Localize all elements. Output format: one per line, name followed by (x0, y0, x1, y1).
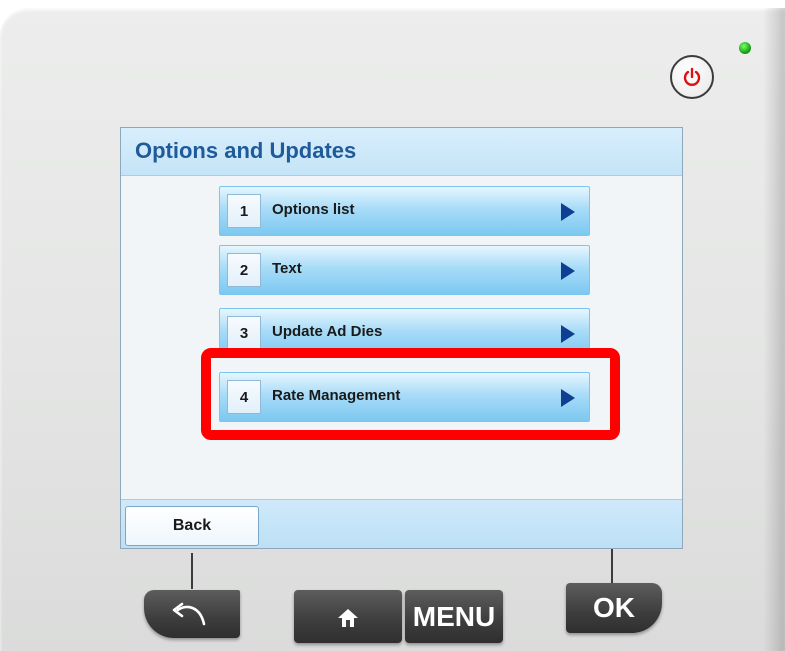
screen-footer: Back (121, 499, 682, 548)
menu-item-number: 2 (227, 253, 261, 287)
home-icon (338, 609, 358, 627)
menu-item-label: Text (272, 260, 302, 277)
power-button[interactable] (670, 55, 714, 99)
hardware-back-button[interactable] (144, 590, 240, 638)
chevron-right-icon (561, 203, 575, 221)
chevron-right-icon (561, 325, 575, 343)
menu-item-number: 1 (227, 194, 261, 228)
status-led (739, 42, 751, 54)
ok-button-label: OK (593, 592, 635, 623)
chevron-right-icon (561, 262, 575, 280)
back-button[interactable]: Back (125, 506, 259, 546)
device-edge (763, 8, 785, 651)
highlight-box (201, 348, 620, 440)
screen-header: Options and Updates (121, 128, 682, 176)
undo-arrow-icon (172, 602, 206, 626)
menu-item-label: Update Ad Dies (272, 323, 383, 340)
menu-item-label: Options list (272, 201, 355, 218)
hardware-home-button[interactable] (294, 590, 402, 643)
power-icon (683, 67, 701, 86)
ok-connector-line (611, 549, 613, 585)
hardware-ok-button[interactable]: OK (566, 583, 662, 633)
page-title: Options and Updates (135, 138, 357, 163)
menu-item-text[interactable]: 2 Text (219, 245, 590, 295)
menu-item-options-list[interactable]: 1 Options list (219, 186, 590, 236)
display-screen: Options and Updates 1 Options list 2 Tex… (120, 127, 683, 549)
menu-button-label: MENU (412, 600, 496, 632)
menu-item-number: 3 (227, 316, 261, 350)
back-connector-line (191, 553, 193, 589)
hardware-menu-button[interactable]: MENU (405, 590, 503, 643)
